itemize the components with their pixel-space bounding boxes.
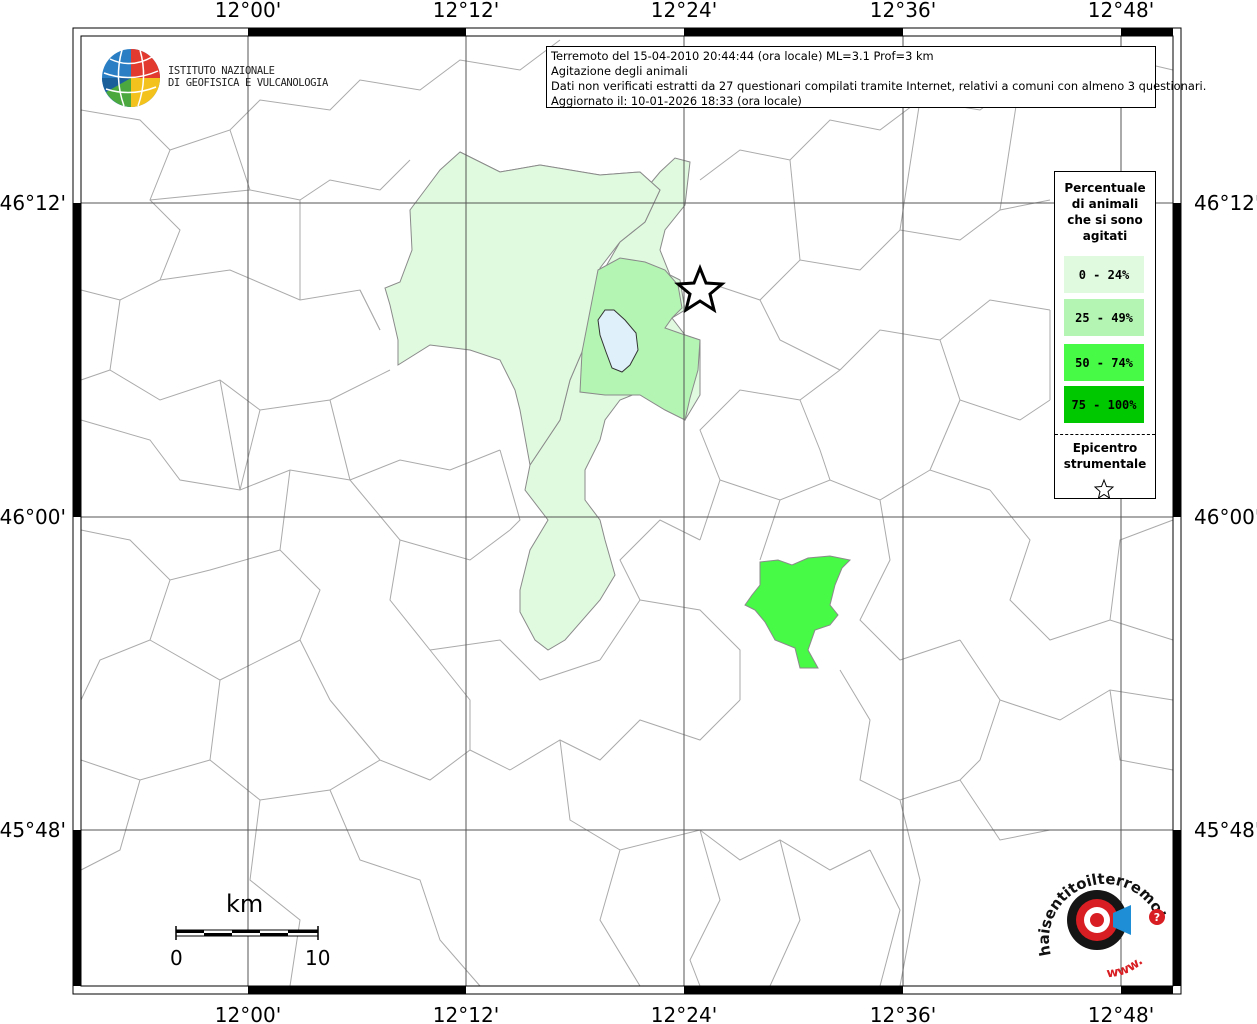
legend-item-75-100: 75 - 100% — [1064, 386, 1144, 423]
lon-label-top: 12°24' — [651, 0, 717, 22]
lon-label-bottom: 12°12' — [433, 1003, 499, 1024]
legend: Percentuale di animali che si sono agita… — [1054, 171, 1156, 500]
lon-label-top: 12°12' — [433, 0, 499, 22]
lat-label-left: 46°12' — [0, 191, 66, 215]
lon-label-bottom: 12°24' — [651, 1003, 717, 1024]
svg-text:?: ? — [1154, 911, 1160, 924]
lon-label-top: 12°48' — [1088, 0, 1154, 22]
lat-label-left: 45°48' — [0, 818, 66, 842]
svg-text:www.: www. — [1106, 954, 1146, 981]
legend-item-50-74: 50 - 74% — [1064, 344, 1144, 381]
event-title: Terremoto del 15-04-2010 20:44:44 (ora l… — [551, 49, 934, 63]
lat-label-right: 46°12' — [1194, 191, 1257, 215]
haisentito-logo: haisentitoilterremoto.it www. ? — [1030, 841, 1175, 985]
lon-label-top: 12°36' — [870, 0, 936, 22]
star-icon — [1093, 478, 1115, 500]
scale-start: 0 — [170, 946, 183, 970]
legend-epicentre-label: Epicentro strumentale — [1063, 441, 1147, 471]
scale-ruler — [175, 926, 319, 940]
haisentito-www: www. — [1106, 954, 1146, 981]
lat-label-right: 46°00' — [1194, 505, 1257, 529]
lon-label-bottom: 12°48' — [1088, 1003, 1154, 1024]
event-info-box: Terremoto del 15-04-2010 20:44:44 (ora l… — [546, 46, 1207, 108]
legend-title: Percentuale di animali che si sono agita… — [1064, 181, 1146, 243]
scale-bar: km 0 10 — [160, 890, 340, 970]
scale-unit: km — [226, 890, 264, 918]
ingv-name-line1: ISTITUTO NAZIONALE — [168, 65, 275, 77]
ingv-name-line2: DI GEOFISICA E VULCANOLOGIA — [168, 77, 328, 89]
lat-label-right: 45°48' — [1194, 818, 1257, 842]
scale-end: 10 — [305, 946, 331, 970]
target-icon: haisentitoilterremoto.it www. ? — [1030, 841, 1171, 981]
lon-label-top: 12°00' — [215, 0, 281, 22]
lon-label-bottom: 12°36' — [870, 1003, 936, 1024]
update-time: Aggiornato il: 10-01-2026 18:33 (ora loc… — [551, 94, 802, 108]
ingv-logo: ISTITUTO NAZIONALE DI GEOFISICA E VULCAN… — [100, 47, 330, 109]
lon-label-bottom: 12°00' — [215, 1003, 281, 1024]
legend-item-0-24: 0 - 24% — [1064, 256, 1144, 293]
legend-item-25-49: 25 - 49% — [1064, 299, 1144, 336]
globe-icon — [102, 49, 160, 107]
legend-divider — [1055, 434, 1155, 435]
lat-label-left: 46°00' — [0, 505, 66, 529]
map-subject: Agitazione degli animali — [551, 64, 688, 78]
data-note: Dati non verificati estratti da 27 quest… — [551, 79, 1207, 93]
